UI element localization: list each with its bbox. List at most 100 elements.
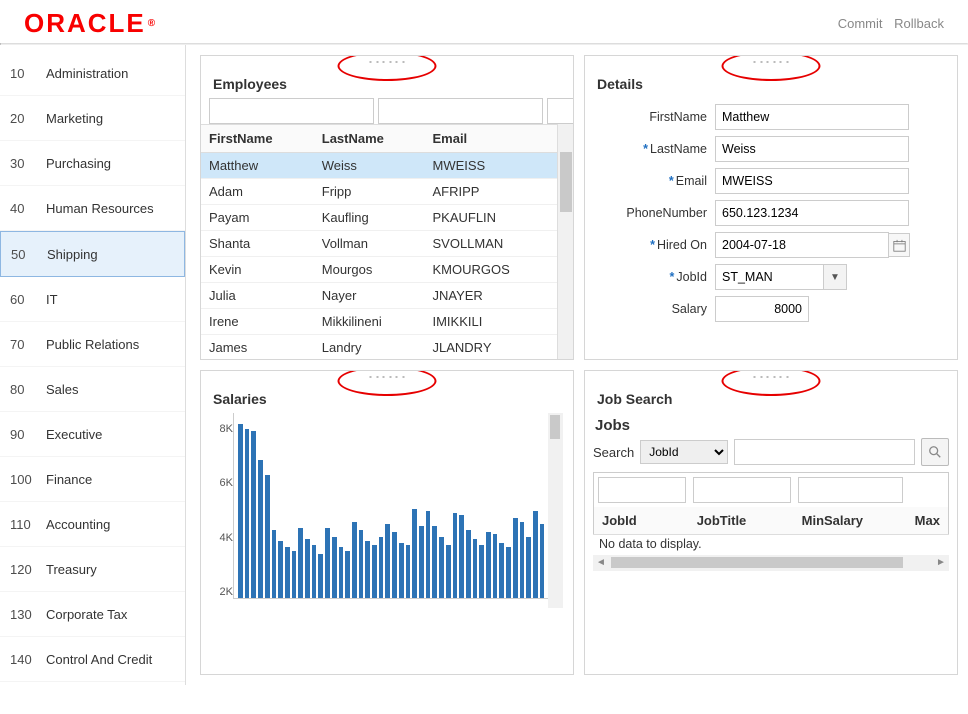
sidebar-item-accounting[interactable]: 110Accounting: [0, 502, 185, 547]
col-email[interactable]: Email: [424, 125, 556, 153]
input-lastname[interactable]: [715, 136, 909, 162]
vertical-scrollbar[interactable]: [548, 413, 563, 608]
table-row[interactable]: AdamFrippAFRIPP: [201, 179, 557, 205]
chart-bar[interactable]: [526, 537, 531, 598]
sidebar-item-corporate-tax[interactable]: 130Corporate Tax: [0, 592, 185, 637]
sidebar-item-treasury[interactable]: 120Treasury: [0, 547, 185, 592]
chart-bar[interactable]: [292, 551, 297, 598]
commit-link[interactable]: Commit: [838, 16, 883, 31]
sidebar-item-control-and-credit[interactable]: 140Control And Credit: [0, 637, 185, 682]
input-firstname[interactable]: [715, 104, 909, 130]
input-jobid[interactable]: [715, 264, 823, 290]
table-row[interactable]: JuliaNayerJNAYER: [201, 283, 557, 309]
sidebar-item-shipping[interactable]: 50Shipping: [0, 231, 185, 277]
chart-bar[interactable]: [385, 524, 390, 598]
chart-bar[interactable]: [453, 513, 458, 598]
chart-bar[interactable]: [318, 554, 323, 598]
chart-bar[interactable]: [272, 530, 277, 598]
vertical-scrollbar[interactable]: [557, 124, 573, 360]
sidebar-item-human-resources[interactable]: 40Human Resources: [0, 186, 185, 231]
col-jobtitle[interactable]: JobTitle: [689, 507, 794, 535]
search-text-input[interactable]: [734, 439, 915, 465]
table-row[interactable]: MatthewWeissMWEISS: [201, 153, 557, 179]
chart-bar[interactable]: [506, 547, 511, 598]
chart-bar[interactable]: [432, 526, 437, 598]
input-email[interactable]: [715, 168, 909, 194]
input-phone[interactable]: [715, 200, 909, 226]
sidebar-item-public-relations[interactable]: 70Public Relations: [0, 322, 185, 367]
col-maxsalary[interactable]: Max: [907, 507, 949, 535]
chart-bar[interactable]: [339, 547, 344, 598]
filter-jobtitle-input[interactable]: [693, 477, 791, 503]
horizontal-scrollbar[interactable]: ◄ ►: [593, 555, 949, 571]
chart-bar[interactable]: [258, 460, 263, 598]
chart-bar[interactable]: [312, 545, 317, 598]
table-row[interactable]: PayamKauflingPKAUFLIN: [201, 205, 557, 231]
sidebar-item-administration[interactable]: 10Administration: [0, 51, 185, 96]
sidebar-item-executive[interactable]: 90Executive: [0, 412, 185, 457]
chart-bar[interactable]: [285, 547, 290, 598]
sidebar-item-finance[interactable]: 100Finance: [0, 457, 185, 502]
chart-bar[interactable]: [379, 537, 384, 598]
chart-bar[interactable]: [513, 518, 518, 598]
chart-bar[interactable]: [359, 530, 364, 598]
chart-bar[interactable]: [345, 551, 350, 598]
table-row[interactable]: ShantaVollmanSVOLLMAN: [201, 231, 557, 257]
chart-bar[interactable]: [305, 539, 310, 598]
chart-bar[interactable]: [459, 515, 464, 598]
col-firstname[interactable]: FirstName: [201, 125, 314, 153]
chart-bar[interactable]: [332, 537, 337, 598]
chart-bar[interactable]: [392, 532, 397, 598]
chart-bar[interactable]: [486, 532, 491, 598]
sidebar-item-purchasing[interactable]: 30Purchasing: [0, 141, 185, 186]
search-by-select[interactable]: JobId: [640, 440, 728, 464]
chart-bar[interactable]: [251, 431, 256, 598]
table-row[interactable]: JamesLandryJLANDRY: [201, 335, 557, 361]
chart-bar[interactable]: [426, 511, 431, 598]
sidebar-item-id: 30: [10, 156, 46, 171]
col-jobid[interactable]: JobId: [594, 507, 689, 535]
chart-bar[interactable]: [245, 429, 250, 598]
sidebar-item-sales[interactable]: 80Sales: [0, 367, 185, 412]
filter-lastname-input[interactable]: [378, 98, 543, 124]
search-button[interactable]: [921, 438, 949, 466]
chart-bar[interactable]: [238, 424, 243, 598]
filter-email-input[interactable]: [547, 98, 574, 124]
rollback-link[interactable]: Rollback: [894, 16, 944, 31]
chart-bar[interactable]: [493, 534, 498, 598]
col-minsalary[interactable]: MinSalary: [794, 507, 907, 535]
dropdown-icon[interactable]: ▼: [823, 264, 847, 290]
chart-bar[interactable]: [412, 509, 417, 598]
chart-bar[interactable]: [278, 541, 283, 598]
chart-bar[interactable]: [520, 522, 525, 598]
col-lastname[interactable]: LastName: [314, 125, 425, 153]
chart-bar[interactable]: [406, 545, 411, 598]
chart-bar[interactable]: [446, 545, 451, 598]
chart-bar[interactable]: [365, 541, 370, 598]
chart-bar[interactable]: [298, 528, 303, 598]
chart-bar[interactable]: [399, 543, 404, 598]
input-hiredon[interactable]: [715, 232, 889, 258]
chart-bar[interactable]: [499, 543, 504, 598]
chart-bar[interactable]: [372, 545, 377, 598]
table-row[interactable]: IreneMikkilineniIMIKKILI: [201, 309, 557, 335]
calendar-icon[interactable]: [889, 233, 910, 257]
table-row[interactable]: KevinMourgosKMOURGOS: [201, 257, 557, 283]
chart-bar[interactable]: [352, 522, 357, 598]
input-salary[interactable]: [715, 296, 809, 322]
sidebar-item-it[interactable]: 60IT: [0, 277, 185, 322]
chart-bar[interactable]: [439, 537, 444, 598]
sidebar-item-marketing[interactable]: 20Marketing: [0, 96, 185, 141]
filter-firstname-input[interactable]: [209, 98, 374, 124]
salaries-chart[interactable]: [233, 413, 548, 599]
filter-minsalary-input[interactable]: [798, 477, 904, 503]
chart-bar[interactable]: [540, 524, 545, 598]
chart-bar[interactable]: [466, 530, 471, 598]
chart-bar[interactable]: [265, 475, 270, 598]
filter-jobid-input[interactable]: [598, 477, 686, 503]
chart-bar[interactable]: [533, 511, 538, 598]
chart-bar[interactable]: [419, 526, 424, 598]
chart-bar[interactable]: [479, 545, 484, 598]
chart-bar[interactable]: [325, 528, 330, 598]
chart-bar[interactable]: [473, 539, 478, 598]
